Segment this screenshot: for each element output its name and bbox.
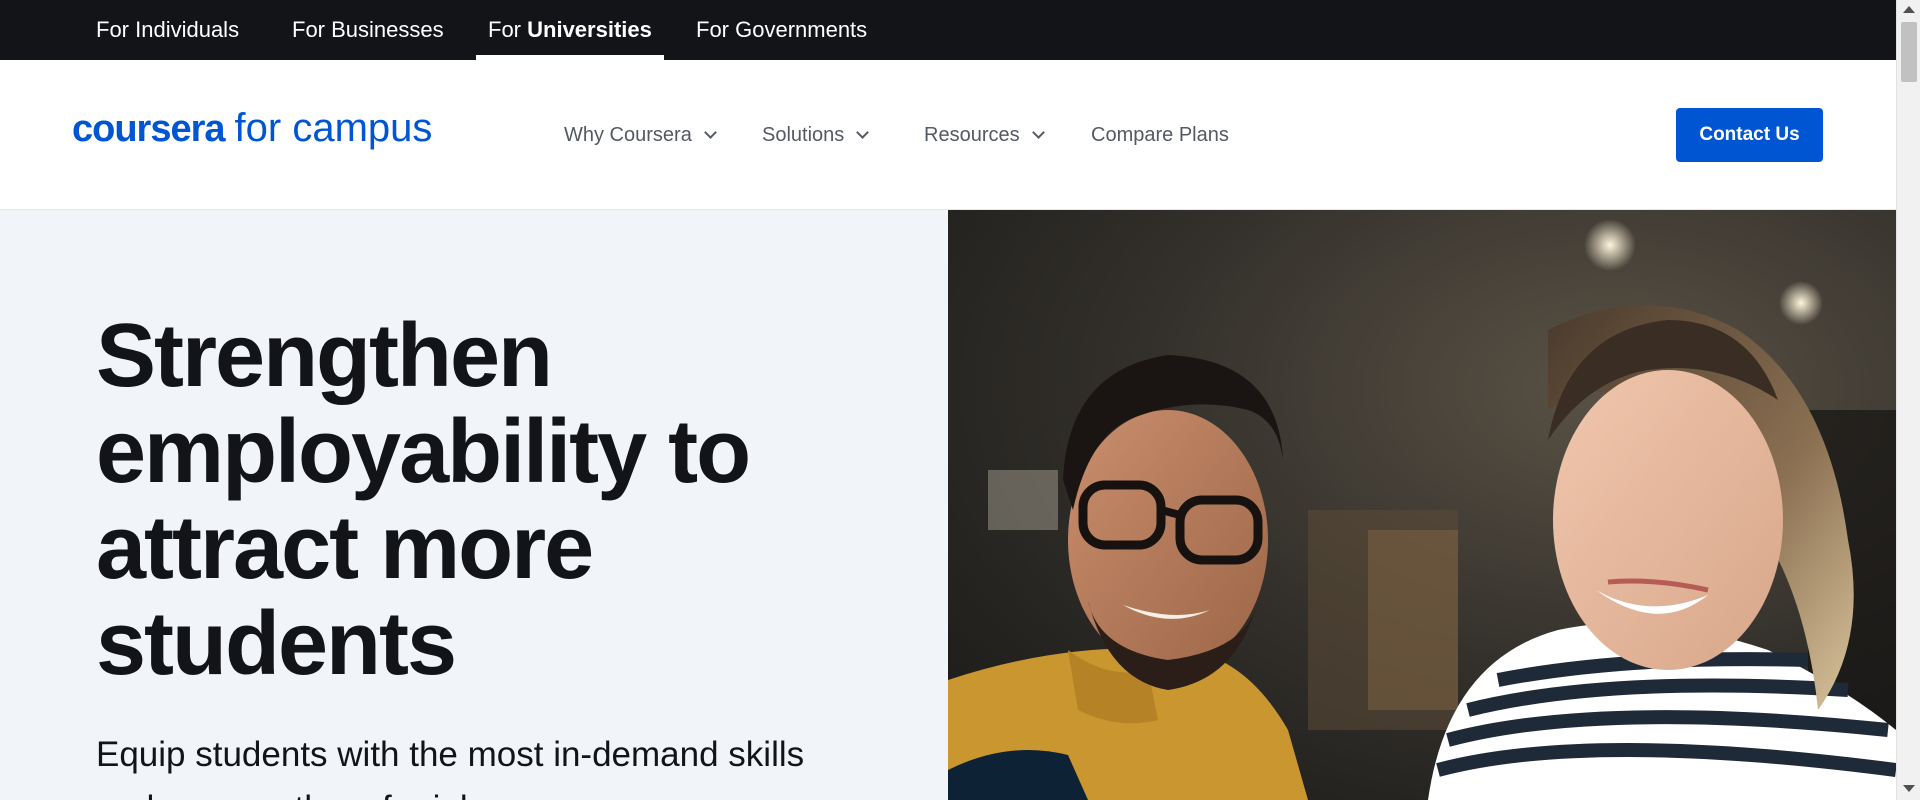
tab-for-universities-strong: Universities xyxy=(527,17,652,42)
page-scrollbar[interactable] xyxy=(1896,0,1920,800)
scroll-down-arrow-icon[interactable] xyxy=(1903,785,1915,792)
nav-resources[interactable]: Resources xyxy=(924,120,1045,150)
main-header: coursera for campus Why Coursera Solution… xyxy=(0,60,1896,210)
tab-for-universities-prefix: For xyxy=(488,17,521,42)
hero-photo xyxy=(948,210,1896,800)
hero-subtitle: Equip students with the most in-demand s… xyxy=(96,735,805,800)
tab-for-universities[interactable]: For Universities xyxy=(476,0,664,60)
contact-us-button[interactable]: Contact Us xyxy=(1676,108,1823,162)
hero-title: Strengthen employability to attract more… xyxy=(96,306,751,694)
hero-photo-illustration xyxy=(948,210,1896,800)
nav-compare-plans[interactable]: Compare Plans xyxy=(1091,120,1229,150)
nav-why-coursera[interactable]: Why Coursera xyxy=(564,120,717,150)
scrollbar-thumb[interactable] xyxy=(1901,22,1917,82)
logo-brand: coursera xyxy=(72,108,226,150)
nav-solutions-label: Solutions xyxy=(762,124,845,146)
logo-suffix: for campus xyxy=(234,106,433,150)
nav-compare-plans-label: Compare Plans xyxy=(1091,124,1229,146)
chevron-down-icon xyxy=(1031,126,1045,139)
chevron-down-icon xyxy=(856,126,870,139)
scroll-up-arrow-icon[interactable] xyxy=(1903,6,1915,13)
chevron-down-icon xyxy=(703,126,717,139)
nav-resources-label: Resources xyxy=(924,124,1020,146)
coursera-for-campus-logo[interactable]: coursera for campus xyxy=(72,106,432,156)
tab-for-businesses[interactable]: For Businesses xyxy=(292,0,444,60)
audience-bar: For Individuals For Businesses For Unive… xyxy=(0,0,1896,60)
nav-why-coursera-label: Why Coursera xyxy=(564,124,692,146)
hero-text-panel: Strengthen employability to attract more… xyxy=(0,210,948,800)
nav-solutions[interactable]: Solutions xyxy=(762,120,870,150)
tab-for-governments[interactable]: For Governments xyxy=(696,0,867,60)
tab-for-individuals[interactable]: For Individuals xyxy=(96,0,239,60)
